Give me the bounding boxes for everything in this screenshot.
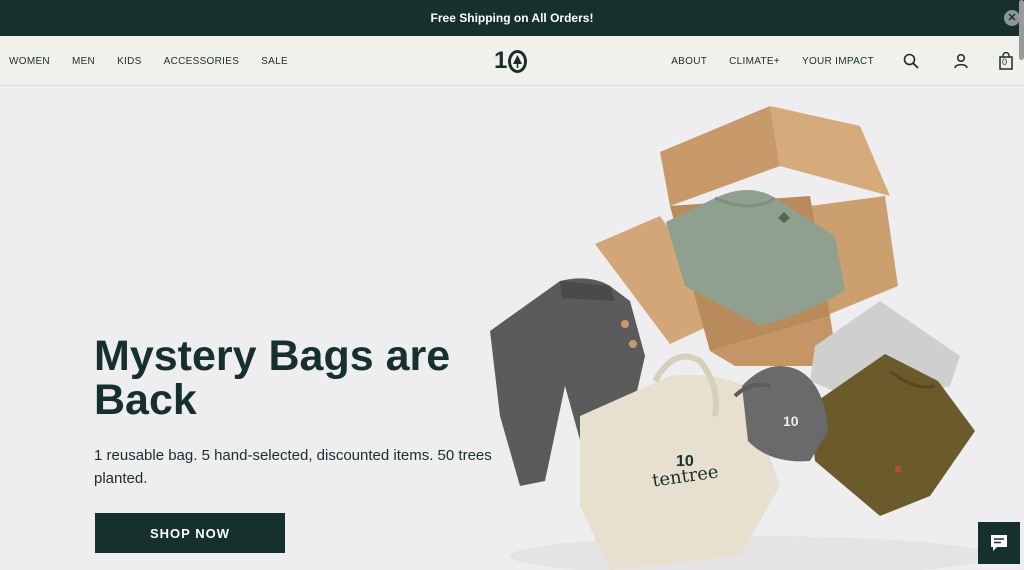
nav-link-climate[interactable]: CLIMATE+ [729,56,780,67]
logo-one: 1 [494,47,507,74]
svg-text:10: 10 [783,413,799,429]
main-nav: WOMEN MEN KIDS ACCESSORIES SALE 1 ABOUT … [0,36,1024,86]
shop-now-button[interactable]: SHOP NOW [95,513,285,553]
nav-link-women[interactable]: WOMEN [9,56,50,67]
hero-title: Mystery Bags are Back [94,332,451,424]
nav-link-sale[interactable]: SALE [261,56,288,67]
cart-icon[interactable]: 0 [996,51,1016,71]
nav-link-about[interactable]: ABOUT [671,56,707,67]
nav-left: WOMEN MEN KIDS ACCESSORIES SALE [9,36,310,86]
chat-button[interactable] [978,522,1020,564]
hero-product-image: 10 [470,86,1024,570]
scrollbar-thumb[interactable] [1019,0,1024,60]
nav-link-accessories[interactable]: ACCESSORIES [164,56,240,67]
hero-banner: 10 10 tentree Mystery Bags are Back 1 re… [0,86,1024,570]
promo-bar: Free Shipping on All Orders! ✕ [0,0,1024,36]
search-icon[interactable] [901,51,921,71]
chat-icon [991,535,1007,551]
nav-right: ABOUT CLIMATE+ YOUR IMPACT [649,36,874,86]
promo-text: Free Shipping on All Orders! [430,11,594,25]
nav-link-kids[interactable]: KIDS [117,56,142,67]
hero-subtitle: 1 reusable bag. 5 hand-selected, discoun… [94,447,492,487]
account-icon[interactable] [951,51,971,71]
scrollbar[interactable] [1018,0,1024,570]
nav-link-your-impact[interactable]: YOUR IMPACT [802,56,874,67]
logo-tree-icon [508,49,528,73]
cart-count: 0 [1002,57,1008,67]
brand-logo[interactable]: 1 [494,47,528,75]
nav-link-men[interactable]: MEN [72,56,95,67]
